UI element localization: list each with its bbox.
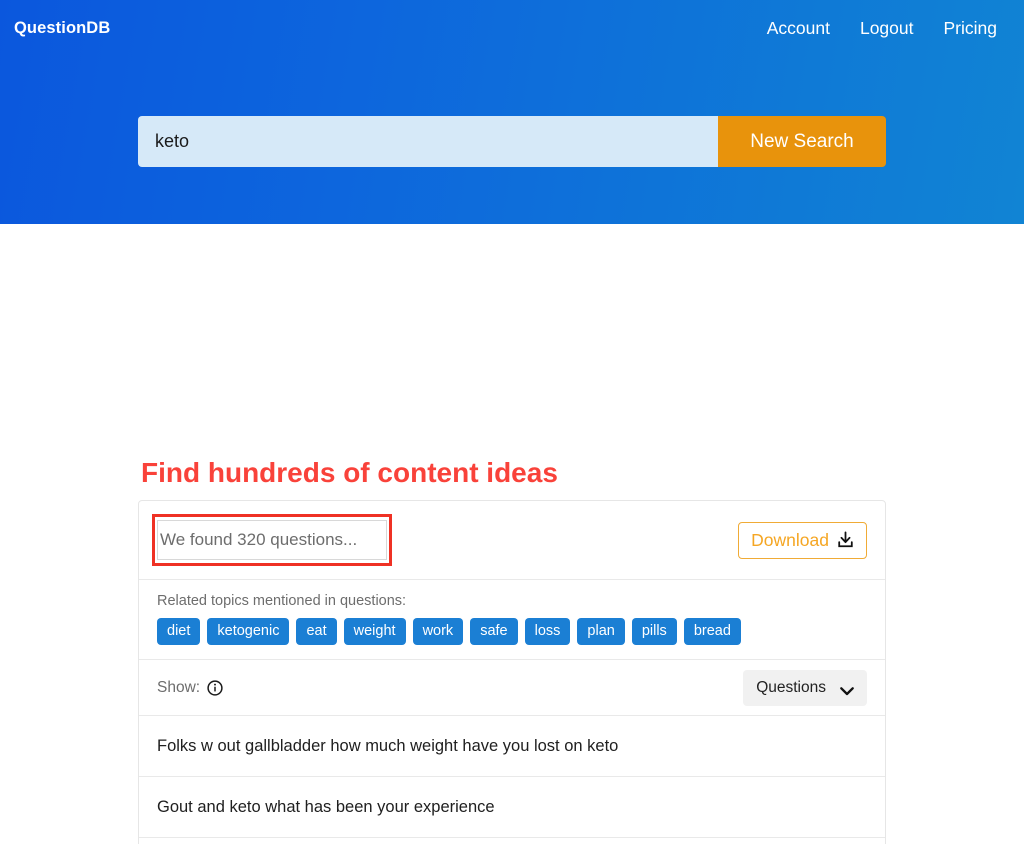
main-navigation: Account Logout Pricing [767, 18, 997, 39]
nav-item-account[interactable]: Account [767, 18, 830, 39]
nav-item-pricing[interactable]: Pricing [944, 18, 998, 39]
question-row[interactable]: Why does keto make me irritable [139, 838, 885, 844]
download-icon [837, 531, 854, 549]
topic-tag-safe[interactable]: safe [470, 618, 518, 645]
info-circle-icon[interactable] [207, 679, 223, 696]
question-row[interactable]: Folks w out gallbladder how much weight … [139, 716, 885, 777]
topic-tag-ketogenic[interactable]: ketogenic [207, 618, 290, 645]
topic-tag-loss[interactable]: loss [524, 618, 571, 645]
site-logo[interactable]: QuestionDB [14, 19, 110, 38]
nav-item-logout[interactable]: Logout [860, 18, 914, 39]
results-card: We found 320 questions... Download Relat… [138, 500, 886, 844]
topic-tag-list: diet ketogenic eat weight work safe loss… [157, 618, 867, 645]
site-header: QuestionDB Account Logout Pricing New Se… [0, 0, 1024, 224]
found-questions-text: We found 320 questions... [157, 520, 387, 560]
question-row[interactable]: Gout and keto what has been your experie… [139, 777, 885, 838]
topic-tag-diet[interactable]: diet [157, 618, 201, 645]
topic-tag-pills[interactable]: pills [631, 618, 677, 645]
results-summary-row: We found 320 questions... Download [139, 501, 885, 580]
topic-tag-work[interactable]: work [412, 618, 464, 645]
show-label: Show: [157, 678, 201, 696]
download-button-label: Download [751, 529, 829, 550]
related-topics-label: Related topics mentioned in questions: [157, 593, 407, 609]
show-filter-row: Show: Questions [139, 660, 885, 716]
topic-tag-bread[interactable]: bread [683, 618, 741, 645]
download-button[interactable]: Download [738, 521, 867, 559]
topic-tag-weight[interactable]: weight [343, 618, 406, 645]
chevron-down-icon [840, 683, 854, 696]
page-title: Find hundreds of content ideas [141, 457, 558, 488]
topic-tag-plan[interactable]: plan [577, 618, 625, 645]
show-type-dropdown[interactable]: Questions [743, 669, 867, 706]
show-filter-left: Show: [157, 679, 223, 697]
related-topics-row: Related topics mentioned in questions: d… [139, 580, 885, 660]
search-input[interactable] [138, 116, 718, 167]
topic-tag-eat[interactable]: eat [296, 618, 337, 645]
search-bar: New Search [138, 116, 886, 167]
show-type-selected-value: Questions [756, 678, 826, 696]
new-search-button[interactable]: New Search [718, 116, 886, 167]
found-questions-container: We found 320 questions... [152, 514, 392, 566]
